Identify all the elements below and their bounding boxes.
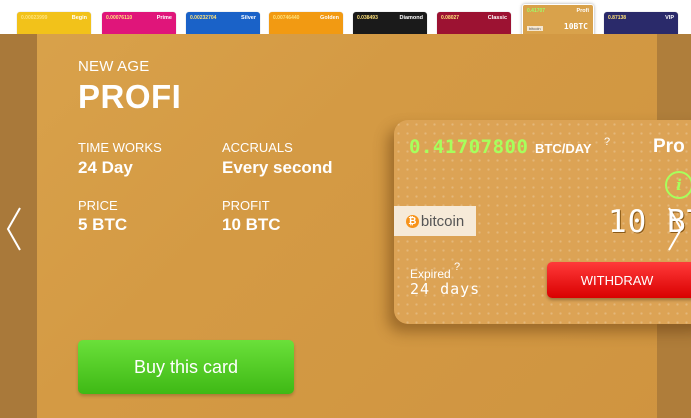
thumb-rate: 0.87138 xyxy=(608,15,627,21)
chevron-left-icon[interactable] xyxy=(5,206,23,252)
thumb-rate: 0.41707 xyxy=(527,8,546,14)
thumb-amount: 10BTC xyxy=(563,22,588,31)
thumb-prime[interactable]: 0.00076110 Prime xyxy=(102,12,176,34)
thumb-name: VIP xyxy=(665,15,674,21)
thumb-name: Prime xyxy=(156,15,172,21)
thumb-rate: 0.08027 xyxy=(441,15,460,21)
card-thumbnail-strip: 0.00023999 Begin 0.00076110 Prime 0.0023… xyxy=(0,0,691,36)
thumb-profi[interactable]: 0.41707 Profi bitcoin 10BTC xyxy=(522,4,594,36)
thumb-name: Profi xyxy=(576,8,589,14)
price-label: PRICE xyxy=(78,198,118,213)
accruals-value: Every second xyxy=(222,158,333,177)
thumb-rate: 0.00076110 xyxy=(106,15,133,21)
thumb-diamond[interactable]: 0.038493 Diamond xyxy=(353,12,427,34)
withdraw-button[interactable]: WITHDRAW xyxy=(547,262,691,298)
thumb-bitcoin-badge: bitcoin xyxy=(527,26,543,31)
crypto-card: 0.41707800 BTC/DAY ? Pro i ₿ bitcoin 10 … xyxy=(394,120,691,324)
expired-days: 24 days xyxy=(410,280,481,298)
card-rate-unit: BTC/DAY xyxy=(535,141,592,156)
card-slider: NEW AGE PROFI TIME WORKS 24 Day ACCRUALS… xyxy=(0,34,691,418)
profit-value: 10 BTC xyxy=(222,215,281,234)
thumb-name: Golden xyxy=(320,15,339,21)
card-name: Pro xyxy=(653,136,685,157)
thumb-name: Silver xyxy=(241,15,256,21)
expired-label: Expired xyxy=(410,267,451,281)
thumb-rate: 0.00746440 xyxy=(273,15,300,21)
profit-label: PROFIT xyxy=(222,198,270,213)
accruals-label: ACCRUALS xyxy=(222,140,293,155)
thumb-name: Diamond xyxy=(399,15,423,21)
plan-subtitle: NEW AGE xyxy=(78,58,150,75)
rate-help-icon[interactable]: ? xyxy=(604,136,610,148)
thumb-name: Classic xyxy=(487,15,507,21)
thumb-begin[interactable]: 0.00023999 Begin xyxy=(17,12,91,34)
thumb-golden[interactable]: 0.00746440 Golden xyxy=(269,12,343,34)
price-value: 5 BTC xyxy=(78,215,128,234)
card-rate: 0.41707800 xyxy=(409,136,529,158)
thumb-vip[interactable]: 0.87138 VIP xyxy=(604,12,678,34)
bitcoin-logo: ₿ bitcoin xyxy=(394,206,476,236)
thumb-rate: 0.00232704 xyxy=(190,15,217,21)
thumb-classic[interactable]: 0.08027 Classic xyxy=(437,12,511,34)
info-icon[interactable]: i xyxy=(665,171,691,199)
time-works-label: TIME WORKS xyxy=(78,140,162,155)
thumb-rate: 0.038493 xyxy=(357,15,378,21)
bitcoin-icon: ₿ xyxy=(405,214,419,228)
plan-title: PROFI xyxy=(78,78,182,115)
chevron-right-icon[interactable] xyxy=(666,206,684,252)
thumb-rate: 0.00023999 xyxy=(21,15,48,21)
bitcoin-label: bitcoin xyxy=(420,212,465,230)
thumb-name: Begin xyxy=(71,15,87,21)
expired-help-icon[interactable]: ? xyxy=(454,261,460,273)
buy-card-button[interactable]: Buy this card xyxy=(78,340,294,394)
time-works-value: 24 Day xyxy=(78,158,133,177)
thumb-silver[interactable]: 0.00232704 Silver xyxy=(186,12,260,34)
